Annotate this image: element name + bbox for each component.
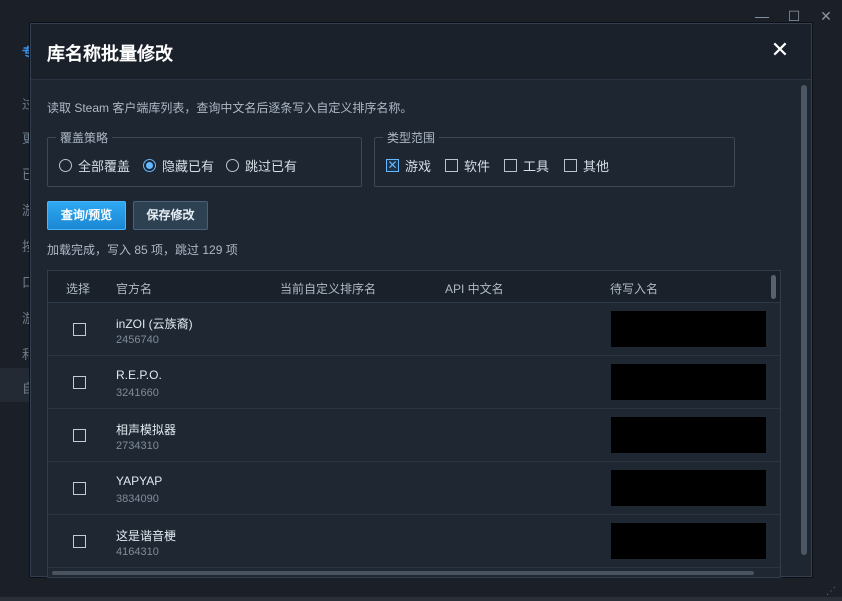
type-scope-legend: 类型范围 <box>383 129 440 146</box>
column-header-pending-name[interactable]: 待写入名 <box>610 280 658 297</box>
dialog-description: 读取 Steam 客户端库列表，查询中文名后逐条写入自定义排序名称。 <box>47 101 413 115</box>
table-horizontal-scrollbar[interactable] <box>52 571 754 575</box>
radio-indicator[interactable] <box>143 159 156 172</box>
column-header-current-sort-name[interactable]: 当前自定义排序名 <box>280 280 376 297</box>
row-official-name: YAPYAP <box>116 474 163 488</box>
row-select-checkbox[interactable] <box>73 535 86 548</box>
batch-rename-dialog: 库名称批量修改 ✕ 读取 Steam 客户端库列表，查询中文名后逐条写入自定义排… <box>30 23 812 578</box>
row-select-checkbox[interactable] <box>73 429 86 442</box>
radio-indicator[interactable] <box>59 159 72 172</box>
row-pending-name-input[interactable] <box>611 417 766 453</box>
close-window-icon[interactable]: ✕ <box>816 6 836 26</box>
row-pending-name-input[interactable] <box>611 470 766 506</box>
radio-label: 跳过已有 <box>245 159 298 174</box>
row-app-id: 2456740 <box>116 334 159 346</box>
column-header-official-name[interactable]: 官方名 <box>116 280 152 297</box>
checkbox-label: 工具 <box>523 159 550 174</box>
row-pending-name-input[interactable] <box>611 311 766 347</box>
row-select-checkbox[interactable] <box>73 323 86 336</box>
row-pending-name-input[interactable] <box>611 364 766 400</box>
background-bottom-bar <box>0 597 842 601</box>
row-official-name: inZOI (云族裔) <box>116 317 193 331</box>
close-icon[interactable]: ✕ <box>769 39 791 61</box>
table-row[interactable]: R.E.P.O. 3241660 <box>48 356 780 409</box>
checkbox-tools[interactable]: 工具 <box>504 156 549 175</box>
checkbox-label: 游戏 <box>405 159 432 174</box>
checkbox-software[interactable]: 软件 <box>445 156 490 175</box>
radio-overwrite-all[interactable]: 全部覆盖 <box>59 156 130 175</box>
radio-skip-existing[interactable]: 跳过已有 <box>226 156 297 175</box>
dialog-header: 库名称批量修改 ✕ <box>31 24 811 80</box>
table-row[interactable]: inZOI (云族裔) 2456740 <box>48 303 780 356</box>
checkbox-label: 软件 <box>464 159 491 174</box>
checkbox-games[interactable]: ✕ 游戏 <box>386 156 431 175</box>
dialog-title: 库名称批量修改 <box>47 44 173 64</box>
table-header: 选择 官方名 当前自定义排序名 API 中文名 待写入名 <box>48 271 780 303</box>
row-select-checkbox[interactable] <box>73 376 86 389</box>
radio-hide-existing[interactable]: 隐藏已有 <box>143 156 214 175</box>
column-header-select[interactable]: 选择 <box>66 280 90 297</box>
row-app-id: 3834090 <box>116 493 159 505</box>
checkbox-label: 其他 <box>583 159 610 174</box>
save-changes-button[interactable]: 保存修改 <box>133 201 208 230</box>
checkbox-indicator[interactable] <box>504 159 517 172</box>
preview-table: 选择 官方名 当前自定义排序名 API 中文名 待写入名 inZOI (云族裔)… <box>47 270 781 578</box>
radio-label: 全部覆盖 <box>78 159 131 174</box>
table-row[interactable]: 相声模拟器 2734310 <box>48 409 780 462</box>
table-vertical-scrollbar[interactable] <box>771 275 776 299</box>
resize-grip-icon[interactable]: ⋰ <box>826 586 836 597</box>
row-app-id: 2734310 <box>116 440 159 452</box>
row-official-name: R.E.P.O. <box>116 368 162 382</box>
radio-indicator[interactable] <box>226 159 239 172</box>
checkbox-indicator[interactable] <box>445 159 458 172</box>
row-pending-name-input[interactable] <box>611 523 766 559</box>
row-select-checkbox[interactable] <box>73 482 86 495</box>
column-header-api-chinese-name[interactable]: API 中文名 <box>445 280 504 297</box>
status-text: 加载完成，写入 85 项，跳过 129 项 <box>47 243 238 257</box>
table-row[interactable]: YAPYAP 3834090 <box>48 462 780 515</box>
row-app-id: 3241660 <box>116 387 159 399</box>
table-row[interactable]: 这是谐音梗 4164310 <box>48 515 780 568</box>
checkbox-indicator[interactable] <box>564 159 577 172</box>
dialog-body: 读取 Steam 客户端库列表，查询中文名后逐条写入自定义排序名称。 覆盖策略 … <box>31 81 811 578</box>
query-preview-button[interactable]: 查询/预览 <box>47 201 126 230</box>
dialog-vertical-scrollbar[interactable] <box>801 85 807 555</box>
radio-label: 隐藏已有 <box>162 159 215 174</box>
type-scope-group: 类型范围 ✕ 游戏 软件 工具 其他 <box>374 129 735 187</box>
overwrite-strategy-legend: 覆盖策略 <box>56 129 113 146</box>
row-official-name: 这是谐音梗 <box>116 529 177 543</box>
row-official-name: 相声模拟器 <box>116 423 177 437</box>
checkbox-indicator[interactable]: ✕ <box>386 159 399 172</box>
overwrite-strategy-group: 覆盖策略 全部覆盖 隐藏已有 跳过已有 <box>47 129 362 187</box>
checkbox-other[interactable]: 其他 <box>564 156 609 175</box>
row-app-id: 4164310 <box>116 546 159 558</box>
